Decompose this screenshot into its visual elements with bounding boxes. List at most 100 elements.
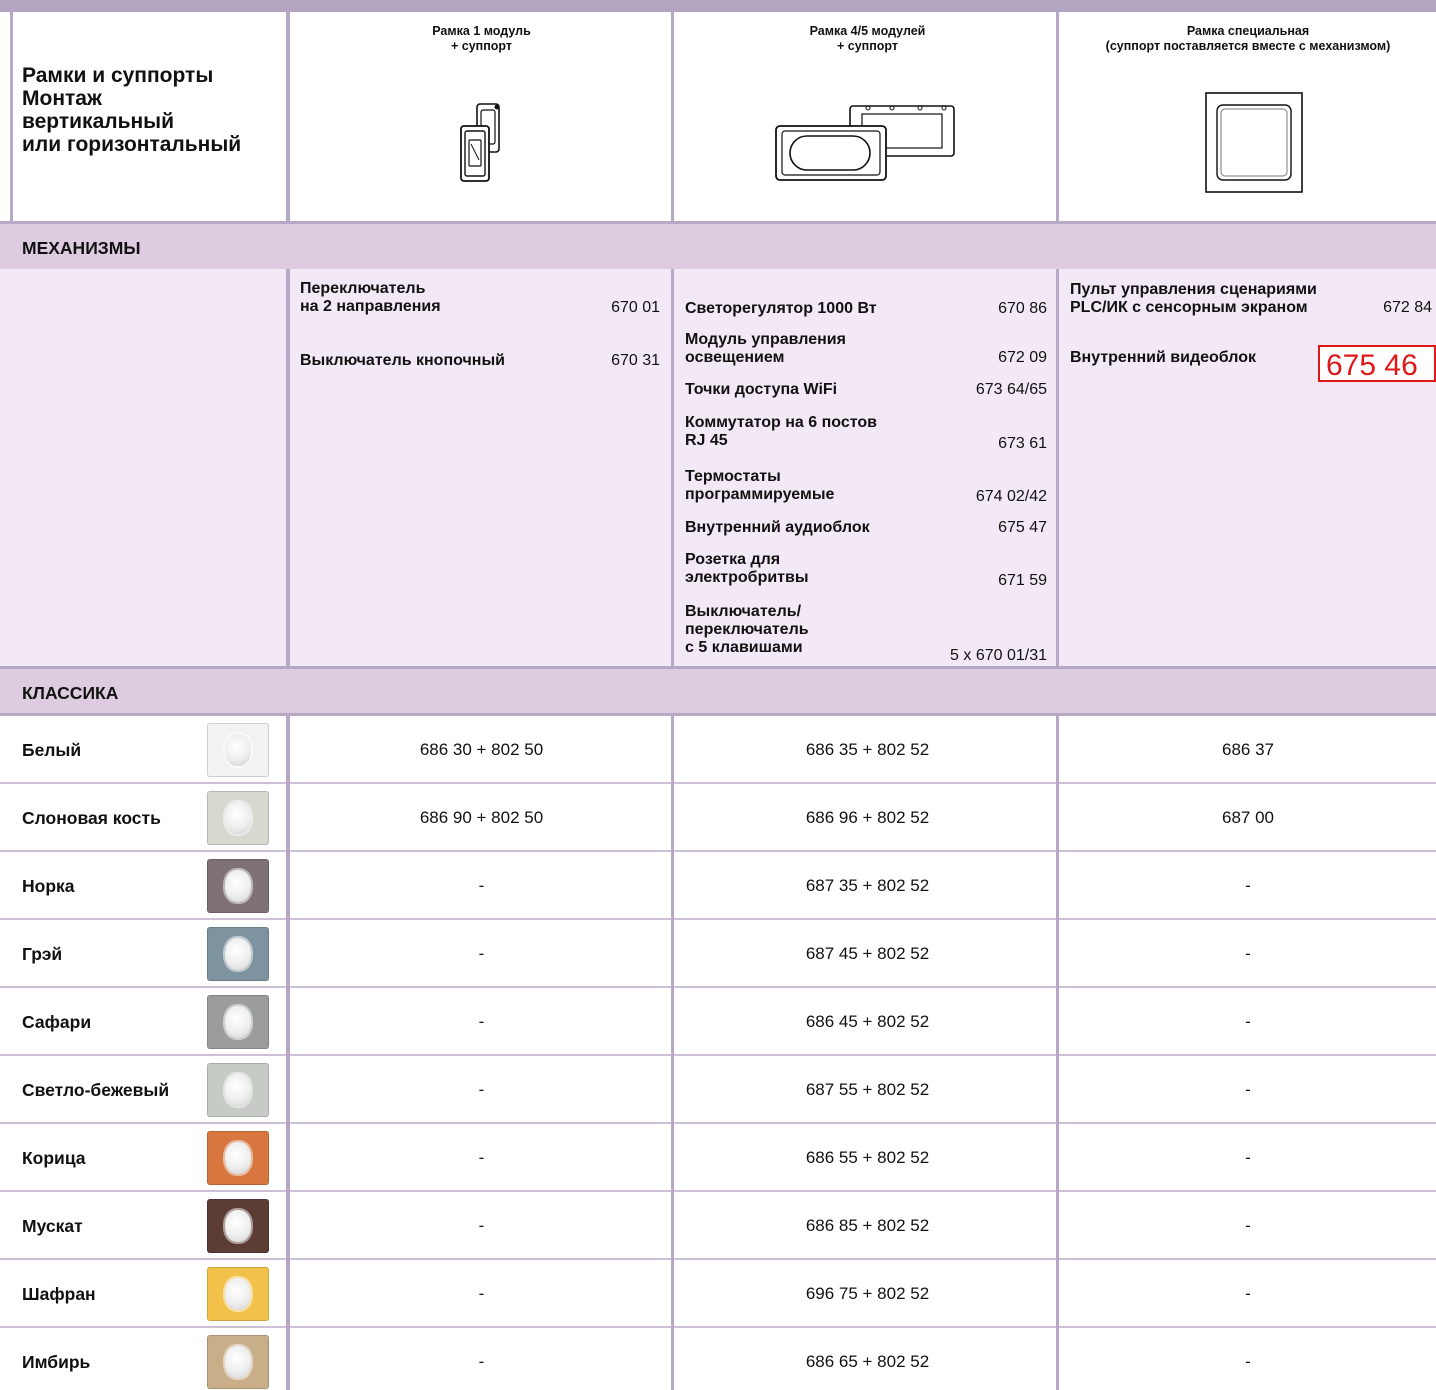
mech-col2-item-7: Розетка для электробритвы	[685, 551, 809, 587]
row-cell-frame-special: -	[1245, 1148, 1251, 1167]
mech-col2-item-4-line-2: RJ 45	[685, 432, 728, 449]
mech-col3-item-1-line-2: PLC/ИК с сенсорным экраном	[1070, 299, 1308, 316]
row-cell-frame-4-5: 686 35 + 802 52	[805, 740, 930, 759]
mech-col2-item-1: Светорегулятор 1000 Вт	[685, 300, 877, 317]
row-cell-frame-4-5: 686 55 + 802 52	[805, 1148, 930, 1167]
color-swatch	[207, 791, 269, 845]
switch-knob-icon	[225, 1074, 251, 1106]
col1-header-line-2: + суппорт	[450, 39, 512, 53]
row-divider	[0, 1258, 1436, 1260]
column-divider-6	[671, 269, 674, 669]
color-swatch	[207, 1199, 269, 1253]
column-divider-8	[1056, 12, 1059, 224]
row-name: Слоновая кость	[22, 808, 161, 828]
mech-col2-item-4-code: 673 61	[998, 435, 1047, 452]
mech-col2-item-8-line-1: Выключатель/	[685, 603, 802, 620]
mech-col2-item-2-code: 672 09	[998, 349, 1047, 366]
switch-knob-icon	[225, 734, 251, 766]
switch-knob-icon	[225, 802, 251, 834]
title-line-3: вертикальный	[22, 110, 175, 133]
mech-col2-item-7-line-1: Розетка для	[685, 551, 781, 568]
row-cell-frame-4-5: 686 85 + 802 52	[805, 1216, 930, 1235]
row-cell-frame-1: -	[478, 1148, 485, 1167]
row-cell-frame-1: 686 90 + 802 50	[419, 808, 544, 827]
row-name: Сафари	[22, 1012, 92, 1032]
mech-col1-item-2-code: 670 31	[611, 352, 660, 369]
mech-col2-item-7-code: 671 59	[998, 572, 1047, 589]
row-name: Светло-бежевый	[22, 1080, 170, 1100]
color-swatch	[207, 995, 269, 1049]
mech-col2-item-8-line-3: с 5 клавишами	[685, 639, 803, 656]
row-name: Мускат	[22, 1216, 83, 1236]
column-divider-4	[286, 714, 290, 1390]
mech-col2-item-4-line-1: Коммутатор на 6 постов	[685, 414, 877, 431]
row-divider	[0, 1054, 1436, 1056]
column-divider-1	[10, 12, 13, 222]
col3-header: Рамка специальная (суппорт поставляется …	[1060, 24, 1436, 54]
row-cell-frame-special: -	[1245, 1284, 1251, 1303]
row-cell-frame-special: -	[1245, 944, 1251, 963]
mech-col2-item-5-line-1: Термостаты	[685, 468, 781, 485]
row-cell-frame-1: -	[478, 1012, 485, 1031]
row-cell-frame-4-5: 686 96 + 802 52	[805, 808, 930, 827]
row-name: Шафран	[22, 1284, 96, 1304]
mech-col2-item-2-line-2: освещением	[685, 349, 785, 366]
mech-col2-item-8-line-2: переключатель	[685, 621, 809, 638]
mech-col2-item-8: Выключатель/ переключатель с 5 клавишами	[685, 603, 809, 657]
mechanisms-band	[0, 224, 1436, 269]
mech-col2-item-1-code: 670 86	[998, 300, 1047, 317]
column-divider-10	[1056, 714, 1059, 1390]
row-cell-frame-1: -	[478, 1284, 485, 1303]
mech-col2-item-4: Коммутатор на 6 постов RJ 45	[685, 414, 877, 450]
col2-header-line-1: Рамка 4/5 модулей	[809, 24, 926, 38]
row-divider	[0, 1326, 1436, 1328]
top-bar	[0, 0, 1436, 12]
special-frame-icon	[1205, 92, 1303, 193]
title-line-4: или горизонтальный	[22, 133, 242, 156]
row-name: Корица	[22, 1148, 86, 1168]
frame-1-module-icon	[460, 103, 500, 182]
switch-knob-icon	[225, 1346, 251, 1378]
row-cell-frame-4-5: 686 65 + 802 52	[805, 1352, 930, 1371]
row-cell-frame-4-5: 696 75 + 802 52	[805, 1284, 930, 1303]
divider-header-bottom	[0, 221, 1436, 224]
color-swatch	[207, 1131, 269, 1185]
switch-knob-icon	[225, 870, 251, 902]
row-divider	[0, 1190, 1436, 1192]
frame-4-5-modules-icon	[775, 105, 955, 181]
highlighted-code-675-46: 675 46	[1318, 345, 1436, 382]
column-divider-9	[1056, 269, 1059, 669]
row-cell-frame-1: -	[478, 944, 485, 963]
mech-col2-item-7-line-2: электробритвы	[685, 569, 809, 586]
switch-knob-icon	[225, 1278, 251, 1310]
color-swatch	[207, 1335, 269, 1389]
row-cell-frame-4-5: 687 35 + 802 52	[805, 876, 930, 895]
mech-col2-item-2: Модуль управления освещением	[685, 331, 846, 367]
row-divider	[0, 918, 1436, 920]
column-divider-2	[286, 12, 290, 224]
row-divider	[0, 1122, 1436, 1124]
mech-col1-item-2: Выключатель кнопочный	[300, 352, 505, 369]
switch-knob-icon	[225, 1210, 251, 1242]
mech-col2-item-6-code: 675 47	[998, 519, 1047, 536]
col1-header: Рамка 1 модуль + суппорт	[290, 24, 673, 54]
col3-header-line-1: Рамка специальная	[1186, 24, 1310, 38]
color-swatch	[207, 859, 269, 913]
row-cell-frame-4-5: 687 55 + 802 52	[805, 1080, 930, 1099]
row-cell-frame-1: -	[478, 1080, 485, 1099]
row-name: Грэй	[22, 944, 63, 964]
row-cell-frame-special: 686 37	[1222, 740, 1274, 759]
title-line-1: Рамки и суппорты	[22, 64, 214, 87]
col1-header-line-1: Рамка 1 модуль	[432, 24, 531, 38]
column-divider-3	[286, 269, 290, 669]
mech-col1-item-1-line-2: на 2 направления	[300, 298, 441, 315]
col3-header-line-2: (суппорт поставляется вместе с механизмо…	[1105, 39, 1391, 53]
switch-knob-icon	[225, 938, 251, 970]
mechanisms-section-title: МЕХАНИЗМЫ	[22, 238, 141, 258]
mech-col3-item-1: Пульт управления сценариями PLC/ИК с сен…	[1070, 281, 1317, 317]
column-divider-5	[671, 12, 674, 224]
row-cell-frame-special: 687 00	[1222, 808, 1274, 827]
mech-col2-item-2-line-1: Модуль управления	[685, 331, 846, 348]
mech-col2-item-3: Точки доступа WiFi	[685, 381, 838, 398]
row-cell-frame-1: 686 30 + 802 50	[419, 740, 544, 759]
